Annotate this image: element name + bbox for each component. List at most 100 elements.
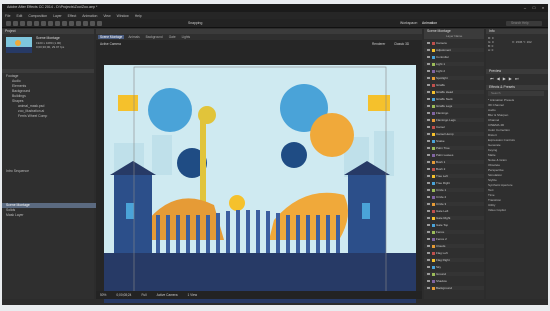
layer-row[interactable]: Adjustment bbox=[424, 48, 484, 52]
visibility-eye-icon[interactable] bbox=[427, 280, 430, 283]
effects-category[interactable]: Transition bbox=[488, 198, 501, 202]
visibility-eye-icon[interactable] bbox=[427, 224, 430, 227]
label-color-swatch[interactable] bbox=[432, 132, 435, 136]
effects-category[interactable]: Blur & Sharpen bbox=[488, 113, 508, 117]
visibility-eye-icon[interactable] bbox=[427, 266, 430, 269]
effects-category[interactable]: Time bbox=[488, 193, 495, 197]
layer-row[interactable]: Circle 1 bbox=[424, 188, 484, 192]
tab-gate[interactable]: Gate bbox=[167, 35, 178, 39]
layer-row[interactable]: Clouds bbox=[424, 244, 484, 248]
last-frame-icon[interactable]: ⏭ bbox=[515, 76, 519, 81]
layer-row[interactable]: Tree Left bbox=[424, 174, 484, 178]
visibility-eye-icon[interactable] bbox=[427, 91, 430, 94]
visibility-eye-icon[interactable] bbox=[427, 42, 430, 45]
effects-category[interactable]: Video Copilot bbox=[488, 208, 506, 212]
label-color-swatch[interactable] bbox=[432, 125, 435, 129]
first-frame-icon[interactable]: ⏮ bbox=[490, 76, 494, 81]
hand-tool-icon[interactable] bbox=[13, 21, 18, 26]
layer-row[interactable]: Gate Left bbox=[424, 209, 484, 213]
label-color-swatch[interactable] bbox=[432, 202, 435, 206]
layer-row[interactable]: Sky bbox=[424, 265, 484, 269]
label-color-swatch[interactable] bbox=[432, 216, 435, 220]
layer-row[interactable]: Shadow bbox=[424, 279, 484, 283]
effects-category[interactable]: Generate bbox=[488, 143, 501, 147]
label-color-swatch[interactable] bbox=[432, 69, 435, 73]
visibility-eye-icon[interactable] bbox=[427, 245, 430, 248]
menu-window[interactable]: Window bbox=[117, 14, 129, 18]
effects-category[interactable]: * Animation Presets bbox=[488, 98, 514, 102]
visibility-eye-icon[interactable] bbox=[427, 203, 430, 206]
project-item[interactable]: Intro Sequence bbox=[6, 169, 29, 174]
visibility-eye-icon[interactable] bbox=[427, 70, 430, 73]
label-color-swatch[interactable] bbox=[432, 90, 435, 94]
visibility-eye-icon[interactable] bbox=[427, 98, 430, 101]
label-color-swatch[interactable] bbox=[432, 104, 435, 108]
label-color-swatch[interactable] bbox=[432, 230, 435, 234]
label-color-swatch[interactable] bbox=[432, 181, 435, 185]
next-frame-icon[interactable]: ▶ bbox=[509, 76, 512, 81]
mask-tool-icon[interactable] bbox=[48, 21, 53, 26]
effects-category[interactable]: Stylize bbox=[488, 178, 497, 182]
view-select[interactable]: Active Camera bbox=[157, 293, 178, 297]
roto-brush-tool-icon[interactable] bbox=[90, 21, 95, 26]
visibility-eye-icon[interactable] bbox=[427, 182, 430, 185]
menu-layer[interactable]: Layer bbox=[53, 14, 61, 18]
effects-header[interactable]: Effects & Presets bbox=[486, 85, 548, 90]
effects-category[interactable]: CINEMA 4D bbox=[488, 123, 504, 127]
renderer-value[interactable]: Classic 3D bbox=[394, 42, 409, 46]
label-color-swatch[interactable] bbox=[432, 188, 435, 192]
tab-lights[interactable]: Lights bbox=[180, 35, 193, 39]
project-item-selected[interactable]: Scene Montage bbox=[2, 203, 98, 208]
label-color-swatch[interactable] bbox=[432, 62, 435, 66]
layer-row[interactable]: Light 2 bbox=[424, 69, 484, 73]
label-color-swatch[interactable] bbox=[432, 76, 435, 80]
label-color-swatch[interactable] bbox=[432, 146, 435, 150]
resolution-select[interactable]: Full bbox=[141, 293, 146, 297]
effects-category[interactable]: Distort bbox=[488, 133, 497, 137]
effects-category[interactable]: Matte bbox=[488, 153, 496, 157]
layer-row[interactable]: Bush 2 bbox=[424, 167, 484, 171]
label-color-swatch[interactable] bbox=[432, 153, 435, 157]
effects-category[interactable]: Expression Controls bbox=[488, 138, 515, 142]
visibility-eye-icon[interactable] bbox=[427, 147, 430, 150]
layer-row[interactable]: Palm Tree bbox=[424, 146, 484, 150]
effects-category[interactable]: Obsolete bbox=[488, 163, 500, 167]
visibility-eye-icon[interactable] bbox=[427, 126, 430, 129]
label-color-swatch[interactable] bbox=[432, 97, 435, 101]
visibility-eye-icon[interactable] bbox=[427, 105, 430, 108]
effects-category[interactable]: Simulation bbox=[488, 173, 502, 177]
comp-canvas[interactable] bbox=[104, 65, 416, 303]
visibility-eye-icon[interactable] bbox=[427, 133, 430, 136]
views-select[interactable]: 1 View bbox=[188, 293, 198, 297]
rotate-tool-icon[interactable] bbox=[27, 21, 32, 26]
camera-tool-icon[interactable] bbox=[34, 21, 39, 26]
layer-row[interactable]: Gate Right bbox=[424, 216, 484, 220]
visibility-eye-icon[interactable] bbox=[427, 238, 430, 241]
layer-row[interactable]: Flamingo Legs bbox=[424, 118, 484, 122]
label-color-swatch[interactable] bbox=[432, 118, 435, 122]
layer-row[interactable]: Ground bbox=[424, 272, 484, 276]
layer-row[interactable]: Circle 2 bbox=[424, 195, 484, 199]
effects-category[interactable]: Noise & Grain bbox=[488, 158, 507, 162]
visibility-eye-icon[interactable] bbox=[427, 112, 430, 115]
label-color-swatch[interactable] bbox=[432, 258, 435, 262]
maximize-icon[interactable]: □ bbox=[531, 5, 537, 10]
layer-row[interactable]: Flag Right bbox=[424, 258, 484, 262]
layer-row[interactable]: Giraffe Neck bbox=[424, 97, 484, 101]
visibility-eye-icon[interactable] bbox=[427, 210, 430, 213]
prev-frame-icon[interactable]: ◀ bbox=[497, 76, 500, 81]
label-color-swatch[interactable] bbox=[432, 223, 435, 227]
label-color-swatch[interactable] bbox=[432, 139, 435, 143]
layer-row[interactable]: Fence 2 bbox=[424, 237, 484, 241]
layer-row[interactable]: Circle 3 bbox=[424, 202, 484, 206]
layer-row[interactable]: Giraffe Head bbox=[424, 90, 484, 94]
pan-behind-tool-icon[interactable] bbox=[41, 21, 46, 26]
visibility-eye-icon[interactable] bbox=[427, 140, 430, 143]
effects-category[interactable]: Color Correction bbox=[488, 128, 510, 132]
label-color-swatch[interactable] bbox=[432, 41, 435, 45]
menu-animation[interactable]: Animation bbox=[82, 14, 97, 18]
layer-row[interactable]: Fence bbox=[424, 230, 484, 234]
visibility-eye-icon[interactable] bbox=[427, 189, 430, 192]
play-icon[interactable]: ▶ bbox=[503, 76, 506, 81]
label-color-swatch[interactable] bbox=[432, 279, 435, 283]
